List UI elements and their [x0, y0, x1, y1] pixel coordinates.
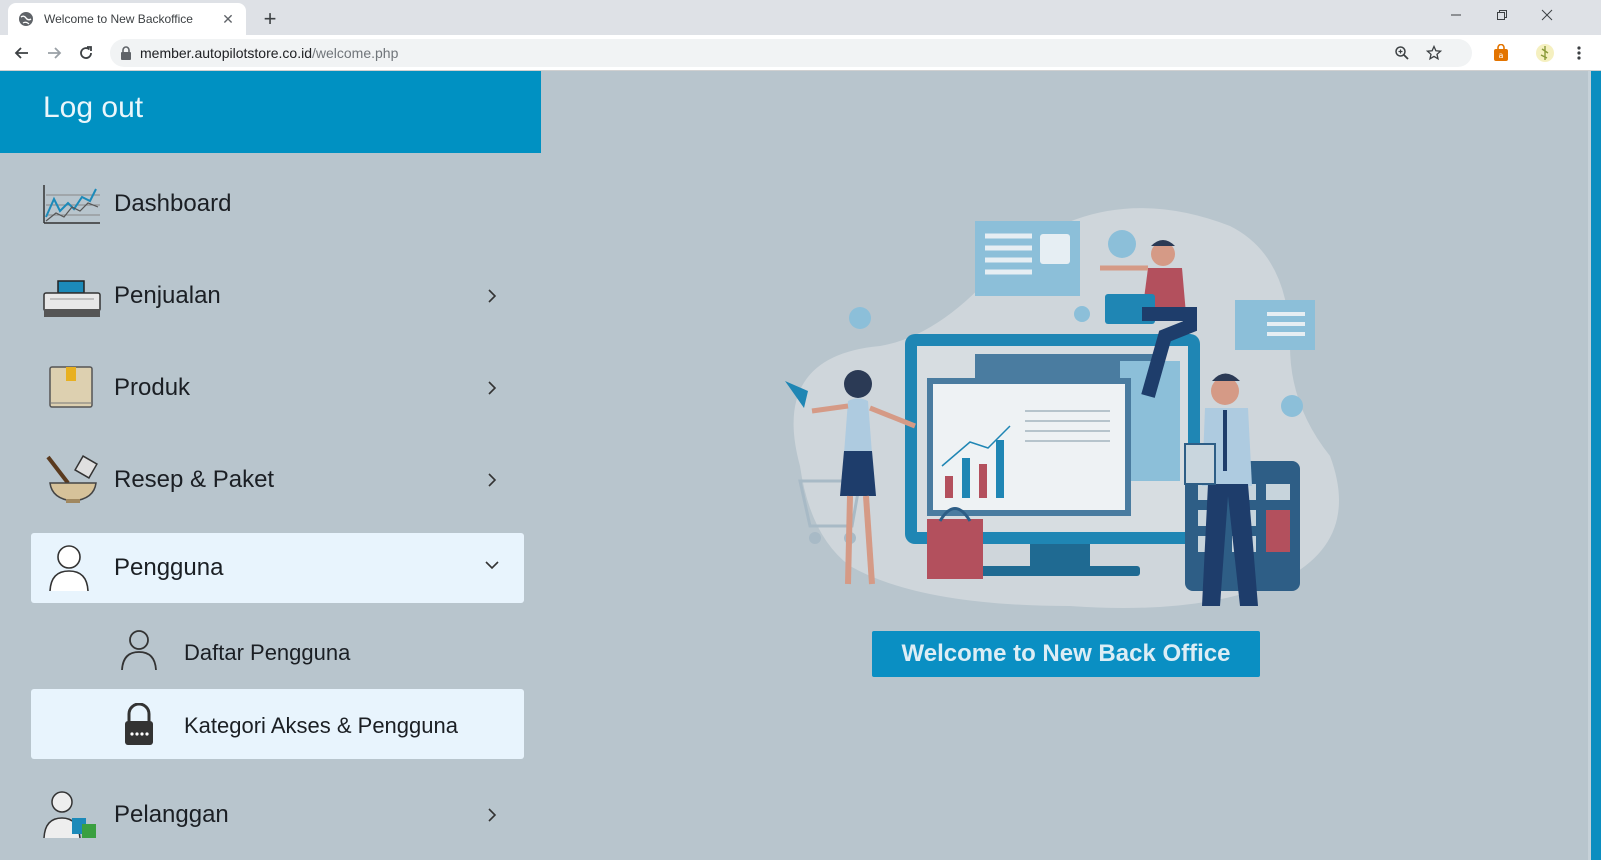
arrow-right-icon: [48, 47, 62, 59]
close-icon: [1541, 9, 1553, 21]
restore-icon: [1497, 10, 1507, 20]
restore-button[interactable]: [1479, 0, 1525, 30]
user-icon: [49, 545, 89, 592]
mortar-pestle-icon: [46, 455, 98, 503]
reload-icon: [80, 46, 92, 59]
sub-item-label: Daftar Pengguna: [184, 640, 351, 665]
extension-shopping-icon: a: [1494, 44, 1508, 61]
sub-item-daftar-pengguna[interactable]: Daftar Pengguna: [31, 616, 524, 686]
bookmark-button[interactable]: [1420, 39, 1448, 67]
logout-button[interactable]: Log out: [43, 91, 143, 125]
welcome-illustration: [785, 208, 1339, 608]
chevron-right-icon: [488, 473, 497, 487]
chevron-down-icon: [485, 561, 499, 570]
customer-icon: [43, 791, 96, 839]
user-outline-icon: [121, 630, 157, 671]
lock-icon: [125, 703, 153, 745]
box-icon: [49, 366, 93, 408]
forward-button[interactable]: [40, 39, 68, 67]
url-text: member.autopilotstore.co.id/welcome.php: [140, 45, 399, 61]
browser-toolbar: member.autopilotstore.co.id/welcome.php …: [0, 35, 1601, 71]
sidebar-item-label: Resep & Paket: [114, 466, 275, 493]
more-vertical-icon: [1577, 46, 1581, 60]
sidebar-item-label: Pengguna: [114, 554, 224, 581]
profile-avatar[interactable]: [1531, 39, 1559, 67]
arrow-left-icon: [14, 47, 28, 59]
sidebar-item-label: Pelanggan: [114, 801, 229, 828]
page-content: Log out Dashboard Penjualan Produk Resep…: [0, 71, 1601, 860]
chevron-right-icon: [488, 381, 497, 395]
svg-text:a: a: [1499, 51, 1504, 60]
sidebar-item-pelanggan[interactable]: Pelanggan: [0, 780, 530, 850]
page-edge-accent: [1591, 71, 1601, 860]
sub-item-label: Kategori Akses & Pengguna: [184, 713, 458, 738]
star-icon: [1426, 45, 1442, 61]
close-window-button[interactable]: [1524, 0, 1570, 30]
sidebar-header: Log out: [0, 71, 541, 153]
sidebar-item-resep-paket[interactable]: Resep & Paket: [0, 445, 530, 515]
browser-tab[interactable]: Welcome to New Backoffice ✕: [8, 3, 246, 35]
address-bar[interactable]: member.autopilotstore.co.id/welcome.php: [110, 39, 1472, 67]
browser-tab-bar: Welcome to New Backoffice ✕ +: [0, 0, 1601, 35]
zoom-icon: [1395, 46, 1409, 60]
chevron-right-icon: [488, 808, 497, 822]
sidebar-item-label: Penjualan: [114, 282, 221, 309]
close-tab-icon[interactable]: ✕: [220, 11, 236, 27]
chart-icon: [43, 185, 100, 224]
minimize-icon: [1451, 14, 1461, 16]
chrome-menu-button[interactable]: [1565, 39, 1593, 67]
cash-register-icon: [43, 280, 101, 317]
chevron-right-icon: [488, 289, 497, 303]
reload-button[interactable]: [72, 39, 100, 67]
sidebar-item-produk[interactable]: Produk: [0, 353, 530, 423]
sidebar-item-label: Produk: [114, 374, 191, 401]
new-tab-button[interactable]: +: [256, 6, 284, 34]
sub-item-kategori-akses[interactable]: Kategori Akses & Pengguna: [31, 689, 524, 759]
lock-icon: [121, 46, 131, 60]
sidebar-item-penjualan[interactable]: Penjualan: [0, 261, 530, 331]
sidebar-item-dashboard[interactable]: Dashboard: [0, 169, 530, 239]
sidebar-item-label: Dashboard: [114, 190, 232, 217]
avatar-icon: [1536, 44, 1554, 62]
tab-title: Welcome to New Backoffice: [44, 12, 193, 26]
sidebar-item-pengguna[interactable]: Pengguna: [31, 533, 524, 603]
globe-icon: [19, 12, 33, 26]
back-button[interactable]: [8, 39, 36, 67]
sidebar: Log out Dashboard Penjualan Produk Resep…: [0, 71, 541, 860]
welcome-banner: Welcome to New Back Office: [872, 631, 1260, 677]
minimize-button[interactable]: [1433, 0, 1479, 30]
extension-button[interactable]: a: [1487, 39, 1515, 67]
zoom-button[interactable]: [1388, 39, 1416, 67]
